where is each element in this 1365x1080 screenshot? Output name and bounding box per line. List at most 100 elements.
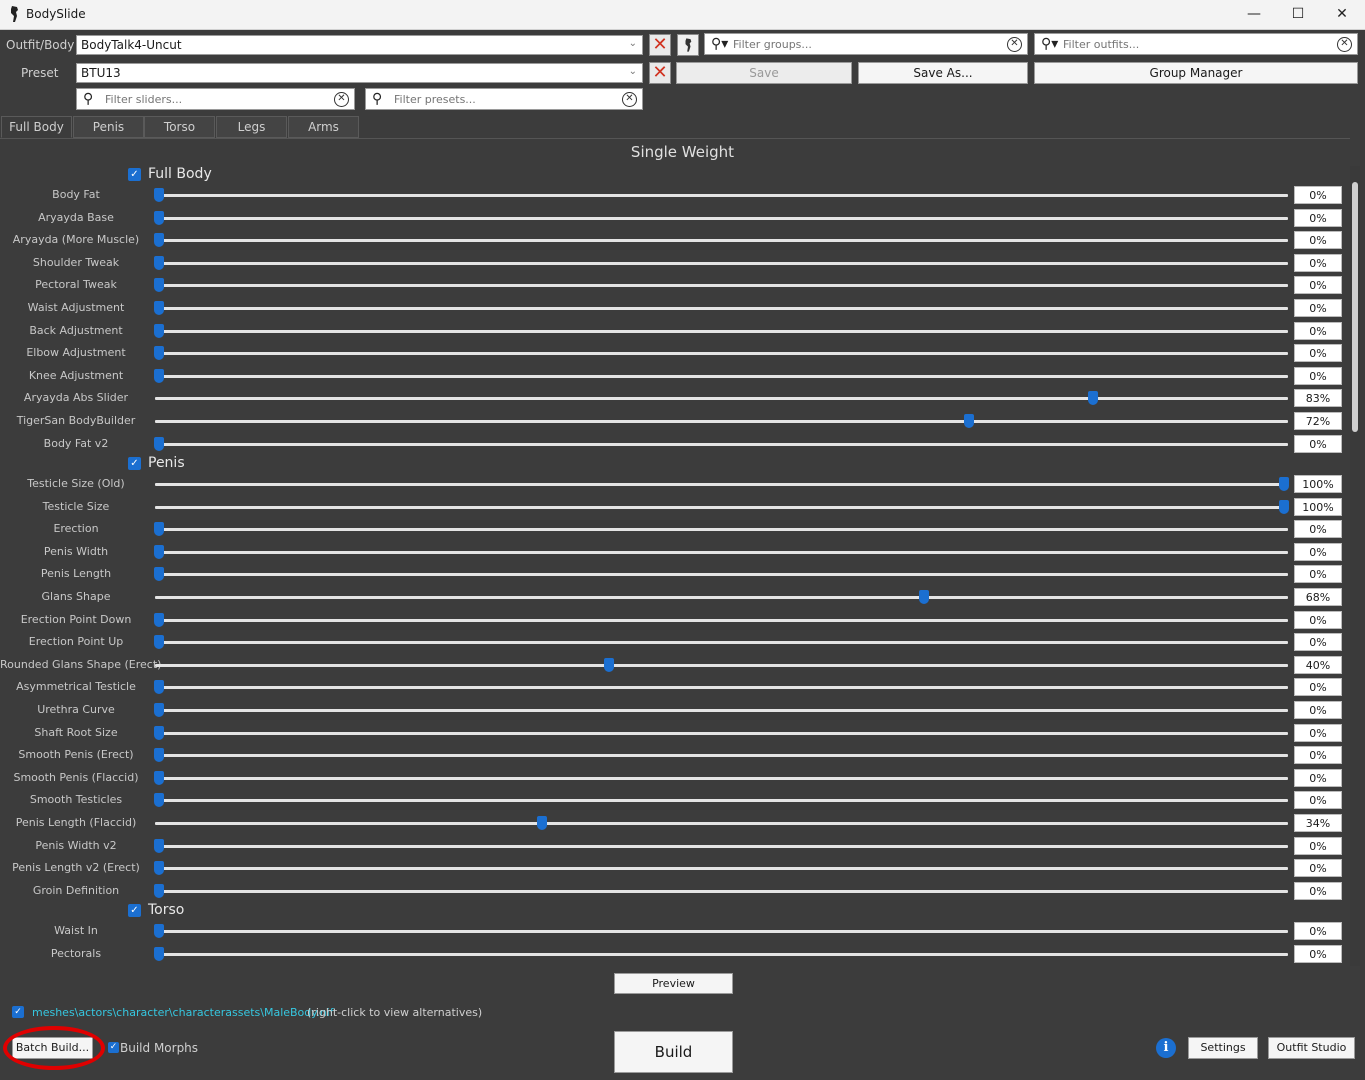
slider-track[interactable] — [154, 725, 1288, 740]
clear-icon[interactable]: ✕ — [622, 92, 637, 107]
tab-torso[interactable]: Torso — [144, 116, 215, 138]
tab-legs[interactable]: Legs — [216, 116, 287, 138]
slider-thumb[interactable] — [154, 946, 164, 961]
save-button[interactable]: Save — [676, 62, 852, 84]
slider-value-field[interactable]: 68% — [1294, 588, 1342, 606]
slider-thumb[interactable] — [154, 770, 164, 785]
slider-value-field[interactable]: 40% — [1294, 655, 1342, 674]
slider-value-field[interactable]: 0% — [1294, 299, 1342, 317]
slider-track[interactable] — [154, 188, 1288, 202]
groups-filter[interactable]: ⚲▾ ✕ — [704, 33, 1028, 55]
groups-filter-input[interactable] — [733, 35, 878, 53]
clear-icon[interactable]: ✕ — [1007, 37, 1022, 52]
slider-value-field[interactable]: 0% — [1294, 701, 1342, 719]
sliders-filter-input[interactable] — [105, 90, 250, 108]
slider-track[interactable] — [154, 748, 1288, 763]
tab-full-body[interactable]: Full Body — [1, 116, 72, 138]
slider-thumb[interactable] — [154, 255, 164, 270]
slider-thumb[interactable] — [154, 924, 164, 938]
slider-track[interactable] — [154, 703, 1288, 717]
slider-value-field[interactable]: 0% — [1294, 434, 1342, 453]
tab-arms[interactable]: Arms — [288, 116, 359, 138]
slider-value-field[interactable]: 0% — [1294, 520, 1342, 539]
clear-preset-button[interactable]: ✕ — [649, 62, 671, 84]
slider-value-field[interactable]: 0% — [1294, 859, 1342, 878]
slider-track[interactable] — [154, 544, 1288, 559]
slider-thumb[interactable] — [1087, 391, 1098, 406]
slider-value-field[interactable]: 100% — [1294, 497, 1342, 516]
slider-thumb[interactable] — [154, 368, 164, 383]
slider-thumb[interactable] — [919, 590, 929, 604]
checkmark-icon[interactable]: ✓ — [128, 457, 141, 470]
slider-thumb[interactable] — [604, 657, 614, 672]
search-dropdown-icon[interactable]: ⚲▾ — [711, 36, 728, 52]
slider-thumb[interactable] — [154, 567, 164, 582]
presets-filter-input[interactable] — [394, 90, 539, 108]
slider-value-field[interactable]: 0% — [1294, 791, 1342, 810]
slider-thumb[interactable] — [154, 838, 164, 853]
slider-thumb[interactable] — [154, 793, 164, 808]
slider-thumb[interactable] — [154, 680, 164, 695]
save-as-button[interactable]: Save As... — [858, 62, 1028, 84]
slider-thumb[interactable] — [154, 436, 164, 451]
slider-thumb[interactable] — [154, 323, 164, 338]
slider-track[interactable] — [154, 301, 1288, 315]
tab-penis[interactable]: Penis — [73, 116, 144, 138]
slider-track[interactable] — [155, 816, 1288, 830]
slider-track[interactable] — [154, 770, 1288, 785]
slider-thumb[interactable] — [154, 346, 164, 361]
slider-value-field[interactable]: 0% — [1294, 565, 1342, 584]
outfit-studio-shortcut-button[interactable] — [677, 34, 699, 56]
outfit-studio-button[interactable]: Outfit Studio — [1268, 1037, 1355, 1059]
slider-value-field[interactable]: 0% — [1294, 542, 1342, 561]
preview-button[interactable]: Preview — [614, 973, 733, 994]
slider-track[interactable] — [155, 414, 1288, 428]
slider-value-field[interactable]: 0% — [1294, 746, 1342, 765]
slider-track[interactable] — [154, 436, 1288, 451]
slider-thumb[interactable] — [1279, 477, 1289, 491]
presets-filter[interactable]: ⚲ ✕ — [365, 88, 643, 110]
slider-track[interactable] — [154, 255, 1288, 270]
scrollbar-thumb[interactable] — [1352, 182, 1358, 432]
slider-value-field[interactable]: 34% — [1294, 814, 1342, 832]
slider-value-field[interactable]: 0% — [1294, 231, 1342, 250]
clear-icon[interactable]: ✕ — [1337, 37, 1352, 52]
slider-value-field[interactable]: 0% — [1294, 633, 1342, 652]
checkmark-icon[interactable]: ✓ — [12, 1006, 24, 1018]
slider-value-field[interactable]: 0% — [1294, 344, 1342, 363]
slider-value-field[interactable]: 0% — [1294, 366, 1342, 385]
slider-track[interactable] — [155, 391, 1288, 406]
slider-thumb[interactable] — [154, 522, 164, 537]
slider-thumb[interactable] — [154, 861, 164, 876]
search-dropdown-icon[interactable]: ⚲▾ — [1041, 36, 1058, 52]
slider-track[interactable] — [154, 368, 1288, 383]
outfits-filter[interactable]: ⚲▾ ✕ — [1034, 33, 1358, 55]
slider-value-field[interactable]: 0% — [1294, 253, 1342, 272]
slider-thumb[interactable] — [154, 544, 164, 559]
outfits-filter-input[interactable] — [1063, 35, 1208, 53]
slider-value-field[interactable]: 0% — [1294, 944, 1342, 963]
build-button[interactable]: Build — [614, 1031, 733, 1073]
vertical-scrollbar[interactable] — [1350, 166, 1360, 966]
slider-track[interactable] — [155, 477, 1289, 491]
slider-track[interactable] — [154, 233, 1288, 248]
info-icon[interactable]: i — [1156, 1038, 1176, 1058]
slider-track[interactable] — [154, 946, 1288, 961]
output-path[interactable]: meshes\actors\character\characterassets\… — [32, 1006, 334, 1019]
clear-outfit-button[interactable]: ✕ — [649, 34, 671, 56]
checkmark-icon[interactable]: ✓ — [128, 168, 141, 181]
slider-value-field[interactable]: 0% — [1294, 678, 1342, 697]
slider-thumb[interactable] — [536, 816, 547, 830]
slider-track[interactable] — [154, 861, 1288, 876]
slider-value-field[interactable]: 72% — [1294, 412, 1342, 430]
slider-thumb[interactable] — [154, 301, 164, 315]
settings-button[interactable]: Settings — [1188, 1037, 1258, 1059]
slider-thumb[interactable] — [154, 635, 164, 650]
slider-value-field[interactable]: 0% — [1294, 276, 1342, 295]
checkmark-icon[interactable]: ✓ — [108, 1042, 119, 1053]
checkmark-icon[interactable]: ✓ — [128, 904, 141, 917]
slider-track[interactable] — [154, 680, 1288, 695]
slider-thumb[interactable] — [1279, 499, 1289, 514]
slider-track[interactable] — [154, 278, 1288, 293]
slider-track[interactable] — [155, 657, 1288, 672]
